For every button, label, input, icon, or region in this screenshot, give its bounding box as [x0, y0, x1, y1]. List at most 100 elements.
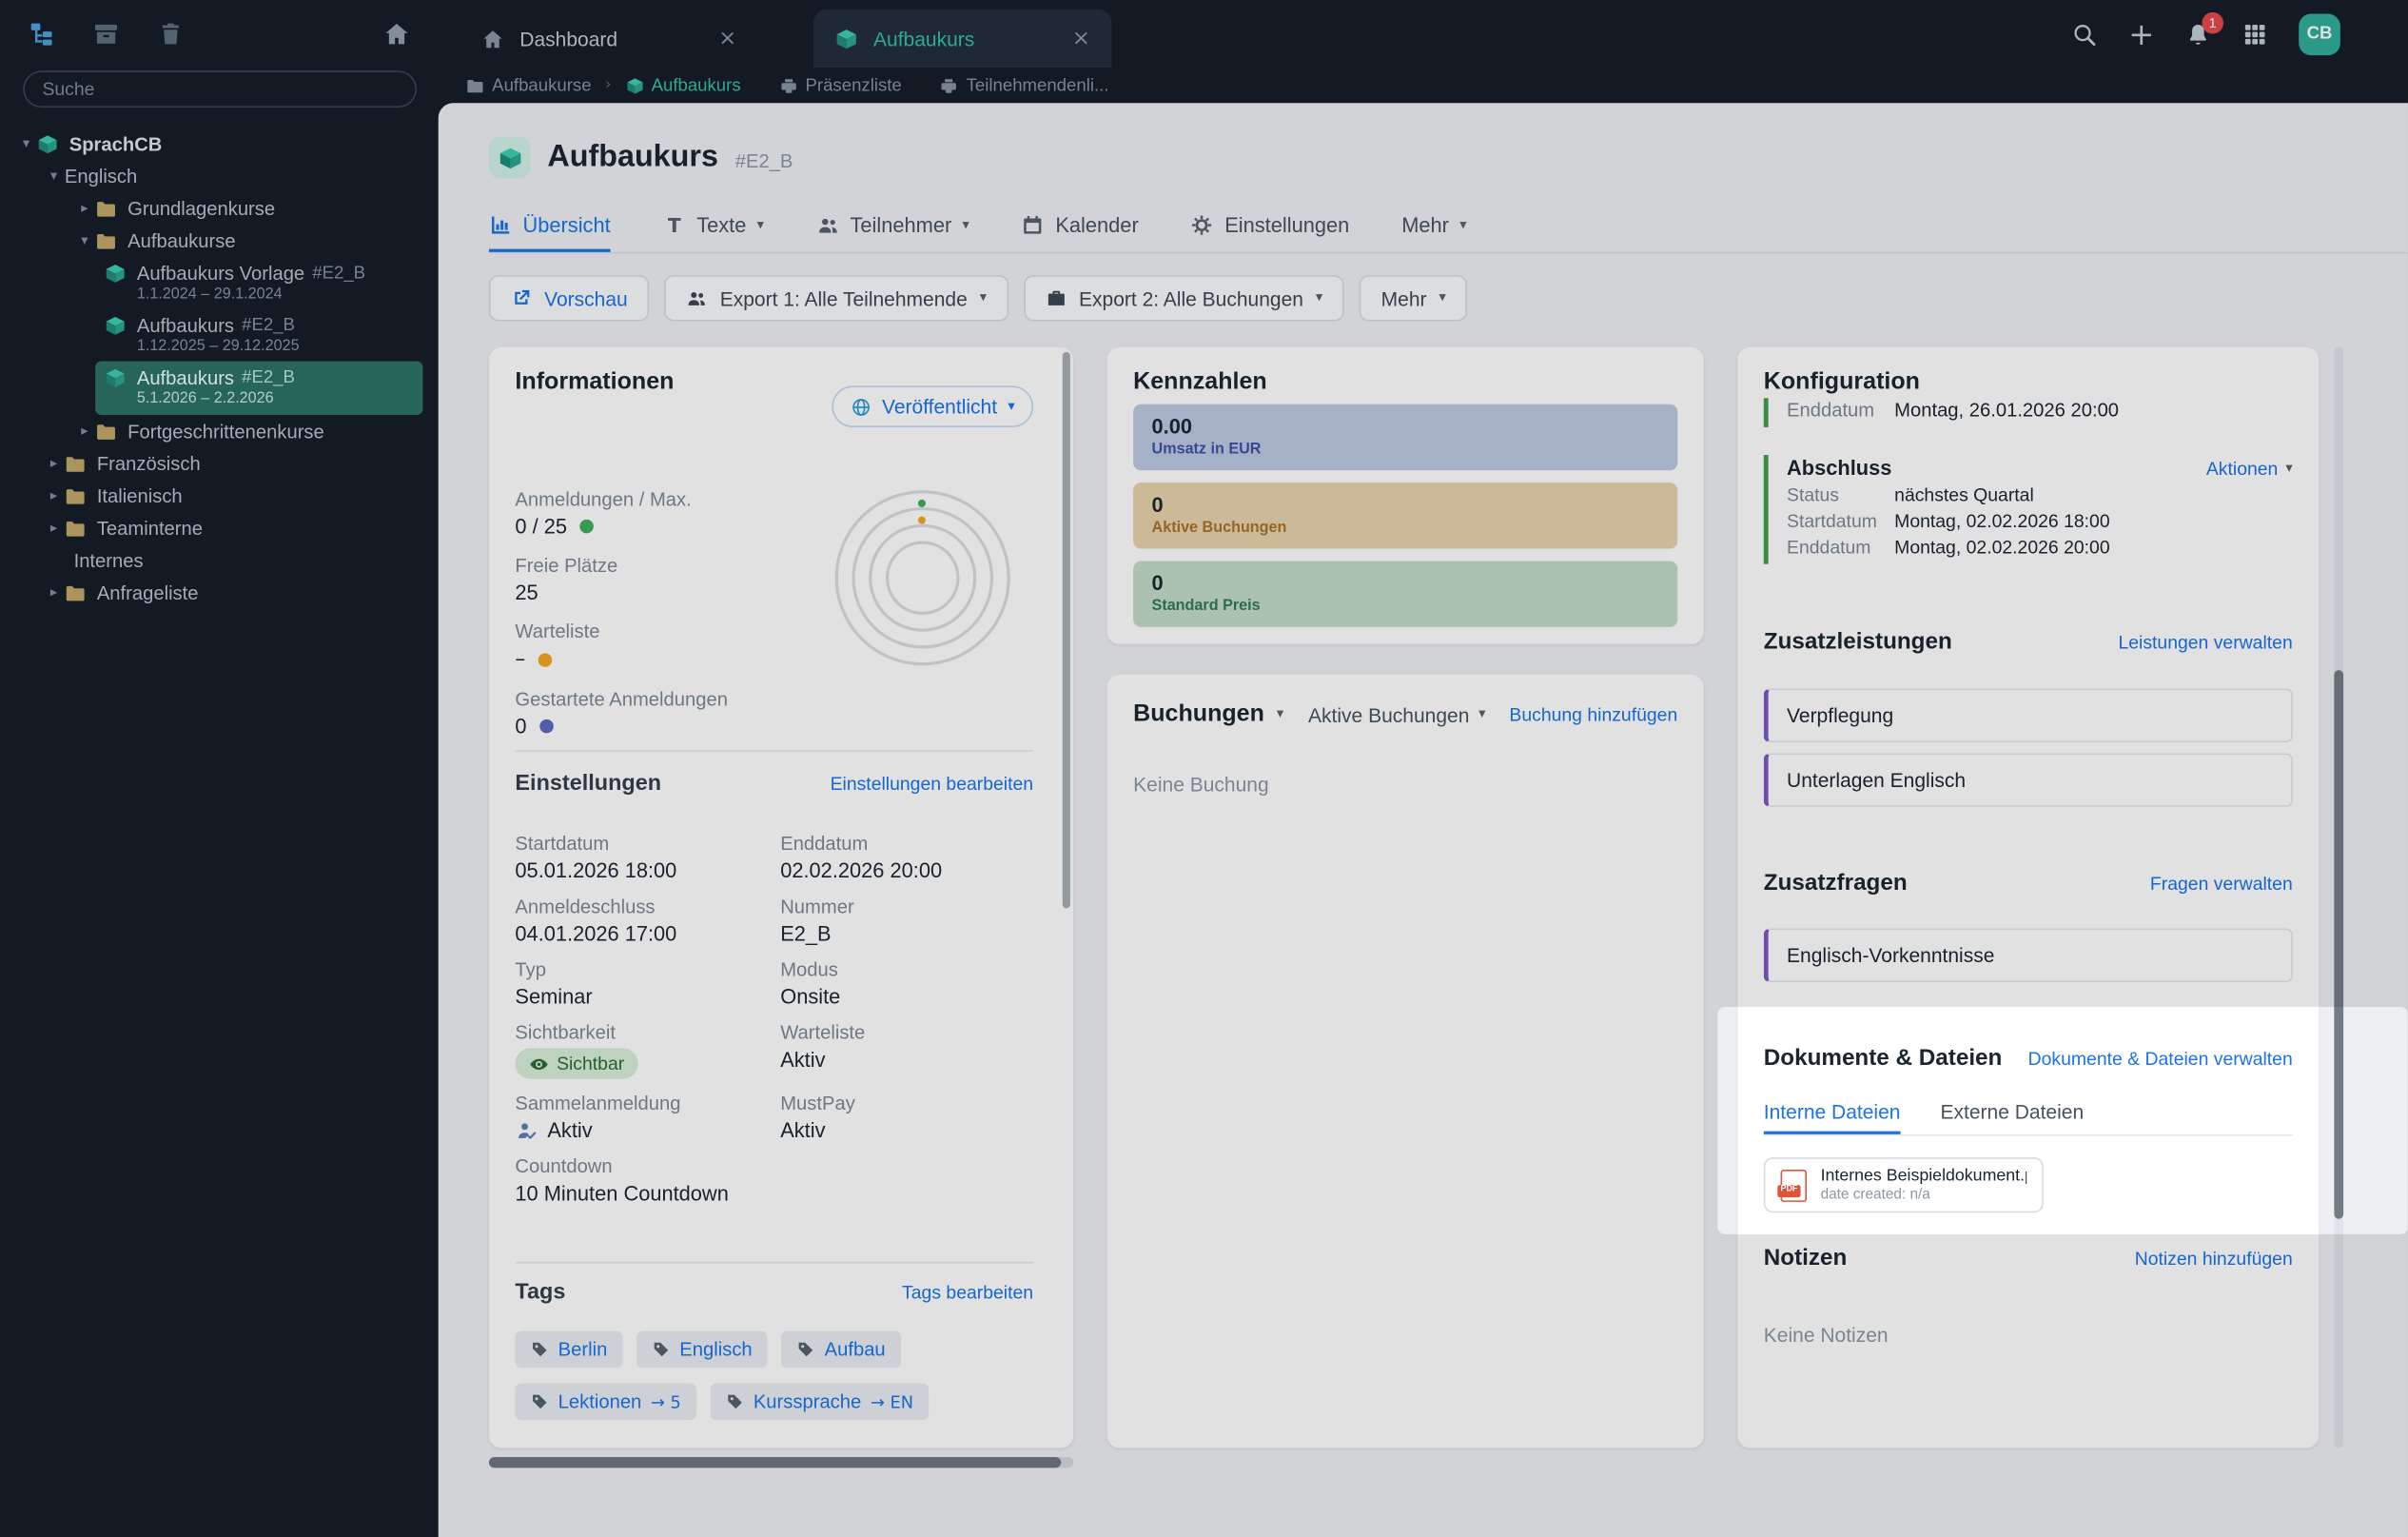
chevron-right-icon[interactable]: ▸	[74, 424, 96, 439]
chevron-right-icon[interactable]: ▸	[74, 201, 96, 216]
tree-item-sprachcb[interactable]: ▾ SprachCB	[0, 128, 439, 160]
archive-icon[interactable]	[92, 20, 120, 48]
einstellungen-bearbeiten-link[interactable]: Einstellungen bearbeiten	[831, 773, 1034, 795]
chevron-down-icon[interactable]: ▾	[74, 233, 96, 248]
metric-label: Warteliste	[515, 621, 837, 642]
tag-lektionen[interactable]: Lektionen→ 5	[515, 1384, 696, 1421]
close-icon[interactable]: ×	[718, 26, 736, 50]
tab-dashboard[interactable]: Dashboard ×	[460, 10, 758, 68]
fragen-verwalten-link[interactable]: Fragen verwalten	[2150, 873, 2293, 895]
trash-icon[interactable]	[157, 20, 185, 48]
tab-label: Dashboard	[519, 27, 617, 49]
section-title: Zusatzfragen	[1764, 870, 1908, 896]
apps-grid-icon[interactable]	[2242, 21, 2267, 47]
stat-label: Aktive Buchungen	[1152, 520, 1659, 537]
people-icon	[816, 213, 839, 236]
chevron-down-icon[interactable]: ▾	[1277, 707, 1283, 722]
cube-icon	[625, 76, 643, 94]
tags-list: Berlin Englisch Aufbau Lektionen→ 5 Kurs…	[515, 1331, 1033, 1436]
search-icon[interactable]	[2071, 21, 2097, 47]
einstellungen-section-header: Einstellungen Einstellungen bearbeiten	[515, 772, 1033, 797]
tree-item-aufbaukurs-vorlage[interactable]: Aufbaukurs Vorlage #E2_B 1.1.2024 – 29.1…	[0, 257, 439, 309]
search-input[interactable]	[22, 70, 416, 108]
leistung-item-unterlagen[interactable]: Unterlagen Englisch	[1764, 753, 2293, 807]
tree-item-anfrageliste[interactable]: ▸ Anfrageliste	[0, 577, 439, 609]
dokumente-verwalten-link[interactable]: Dokumente & Dateien verwalten	[2028, 1048, 2293, 1070]
tree-item-englisch[interactable]: ▾ Englisch	[0, 160, 439, 192]
section-title: Zusatzleistungen	[1764, 629, 1952, 655]
chevron-right-icon[interactable]: ▸	[43, 521, 65, 536]
folder-icon	[95, 229, 118, 252]
tree-item-label: Aufbaukurs	[137, 366, 234, 388]
tree-item-internes[interactable]: Internes	[0, 544, 439, 577]
tree-item-grundlagenkurse[interactable]: ▸ Grundlagenkurse	[0, 192, 439, 225]
tree-item-aufbaukurs-2025[interactable]: Aufbaukurs #E2_B 1.12.2025 – 29.12.2025	[0, 309, 439, 362]
chevron-down-icon[interactable]: ▾	[43, 168, 65, 184]
gear-icon	[1191, 213, 1214, 236]
tree-item-fortgeschrittenenkurse[interactable]: ▸ Fortgeschrittenenkurse	[0, 415, 439, 447]
tab-interne-dateien[interactable]: Interne Dateien	[1764, 1092, 1901, 1134]
tree-item-franzoesisch[interactable]: ▸ Französisch	[0, 447, 439, 480]
section-title: Dokumente & Dateien	[1764, 1045, 2003, 1071]
vertical-scrollbar[interactable]	[2334, 347, 2343, 1448]
home-icon[interactable]	[382, 20, 410, 48]
tab-texte[interactable]: T Texte ▾	[663, 202, 764, 252]
card-vertical-scrollbar[interactable]	[1063, 352, 1070, 909]
stat-value: 0	[1152, 493, 1659, 516]
leistungen-verwalten-link[interactable]: Leistungen verwalten	[2118, 631, 2292, 653]
breadcrumb-praesenzliste[interactable]: Präsenzliste	[779, 76, 902, 94]
tag-kurssprache[interactable]: Kurssprache→ EN	[711, 1384, 930, 1421]
buchung-hinzufuegen-link[interactable]: Buchung hinzufügen	[1509, 704, 1677, 726]
mehr-button[interactable]: Mehr ▾	[1360, 275, 1467, 321]
tab-mehr[interactable]: Mehr ▾	[1401, 202, 1466, 252]
vertical-scrollbar-thumb[interactable]	[2334, 670, 2343, 1219]
vorschau-button[interactable]: Vorschau	[489, 275, 649, 321]
close-icon[interactable]: ×	[1072, 26, 1090, 50]
horizontal-scrollbar[interactable]	[489, 1457, 1073, 1468]
aktionen-dropdown[interactable]: Aktionen ▾	[2206, 457, 2293, 479]
chevron-down-icon[interactable]: ▾	[15, 136, 37, 151]
tree-item-teaminterne[interactable]: ▸ Teaminterne	[0, 512, 439, 544]
horizontal-scrollbar-thumb[interactable]	[489, 1457, 1061, 1468]
tag-berlin[interactable]: Berlin	[515, 1331, 622, 1369]
chevron-right-icon[interactable]: ▸	[43, 456, 65, 471]
notizen-hinzufuegen-link[interactable]: Notizen hinzufügen	[2135, 1248, 2293, 1270]
tree-view-icon[interactable]	[28, 20, 55, 48]
tab-uebersicht[interactable]: Übersicht	[489, 202, 611, 252]
chevron-right-icon[interactable]: ▸	[43, 585, 65, 601]
status-dropdown[interactable]: Veröffentlicht ▾	[832, 385, 1033, 427]
export1-button[interactable]: Export 1: Alle Teilnehmende ▾	[665, 275, 1008, 321]
breadcrumb-aufbaukurs[interactable]: Aufbaukurs	[625, 76, 741, 94]
notifications-bell-icon[interactable]: 1	[2185, 21, 2211, 47]
tags-bearbeiten-link[interactable]: Tags bearbeiten	[902, 1282, 1033, 1304]
tree-item-italienisch[interactable]: ▸ Italienisch	[0, 480, 439, 512]
tab-aufbaukurs[interactable]: Aufbaukurs ×	[813, 10, 1112, 68]
tree-item-aufbaukurs-2026-selected[interactable]: Aufbaukurs #E2_B 5.1.2026 – 2.2.2026	[95, 362, 422, 416]
tab-kalender[interactable]: Kalender	[1022, 202, 1139, 252]
dokumente-header: Dokumente & Dateien Dokumente & Dateien …	[1764, 1045, 2293, 1071]
breadcrumb-aufbaukurse[interactable]: Aufbaukurse	[466, 76, 592, 94]
breadcrumb-label: Teilnehmendenli...	[967, 76, 1109, 94]
leistung-item-verpflegung[interactable]: Verpflegung	[1764, 689, 2293, 743]
stat-label: Umsatz in EUR	[1152, 442, 1659, 459]
buchungen-filter-dropdown[interactable]: Aktive Buchungen ▾	[1308, 703, 1485, 726]
tab-einstellungen[interactable]: Einstellungen	[1191, 202, 1350, 252]
metric-value: 25	[515, 581, 538, 603]
file-card[interactable]: PDF Internes Beispieldokument.pdf date c…	[1764, 1157, 2044, 1212]
config-row-enddatum: Enddatum Montag, 26.01.2026 20:00	[1764, 398, 2293, 427]
abschluss-block: Abschluss Aktionen ▾ Statusnächstes Quar…	[1764, 455, 2293, 564]
tag-aufbau[interactable]: Aufbau	[781, 1331, 900, 1369]
tag-englisch[interactable]: Englisch	[636, 1331, 768, 1369]
cube-icon	[105, 313, 127, 336]
tab-teilnehmer[interactable]: Teilnehmer ▾	[816, 202, 969, 252]
breadcrumb-teilnehmendenliste[interactable]: Teilnehmendenli...	[940, 76, 1108, 94]
add-icon[interactable]: +	[2128, 21, 2154, 47]
frage-item-englisch-vorkenntnisse[interactable]: Englisch-Vorkenntnisse	[1764, 928, 2293, 982]
tree-item-label: Internes	[74, 549, 144, 571]
course-tree: ▾ SprachCB ▾ Englisch ▸ Grundlagenkurse …	[0, 128, 439, 608]
export2-button[interactable]: Export 2: Alle Buchungen ▾	[1024, 275, 1344, 321]
tab-externe-dateien[interactable]: Externe Dateien	[1940, 1092, 2084, 1134]
tree-item-aufbaukurse[interactable]: ▾ Aufbaukurse	[0, 225, 439, 257]
chevron-right-icon[interactable]: ▸	[43, 488, 65, 503]
avatar[interactable]: CB	[2299, 13, 2340, 55]
